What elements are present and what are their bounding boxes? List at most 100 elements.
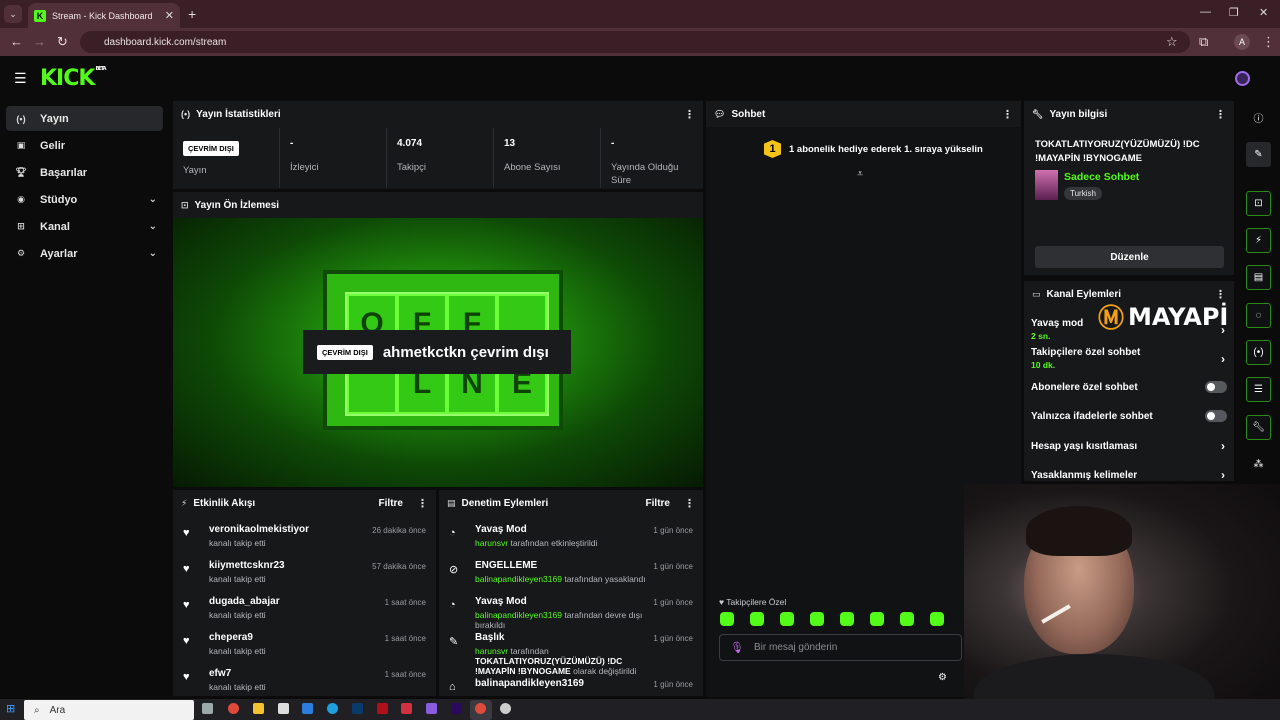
- obs-icon[interactable]: [500, 703, 511, 714]
- tab-search-button[interactable]: ⌄: [4, 5, 22, 23]
- moderation-header: ▤ Denetim Eylemleri Filtre ⋮: [439, 490, 703, 516]
- hamburger-menu-icon[interactable]: ☰: [14, 70, 27, 87]
- new-tab-button[interactable]: +: [188, 6, 196, 22]
- sidebar-item-basarilar[interactable]: 🏆︎ Başarılar: [6, 160, 163, 185]
- chevron-down-icon: ⌄: [148, 194, 157, 205]
- restore-icon[interactable]: ❐: [1229, 6, 1239, 19]
- app2-icon[interactable]: [426, 703, 437, 714]
- channel-actions-icon[interactable]: ☰: [1246, 377, 1271, 402]
- edge-icon[interactable]: [327, 703, 338, 714]
- close-tab-icon[interactable]: ✕: [165, 9, 174, 22]
- trophy-icon: 🏆︎: [15, 167, 27, 177]
- more-options-icon[interactable]: ⋮: [417, 497, 428, 510]
- emote-icon[interactable]: [810, 612, 824, 626]
- extensions-icon[interactable]: ⧉: [1199, 34, 1208, 50]
- stat-subscribers: 13 Abone Sayısı: [494, 128, 601, 188]
- preview-toggle-icon[interactable]: ⊡: [1246, 191, 1271, 216]
- mail-icon[interactable]: [302, 703, 313, 714]
- subscribers-only-toggle[interactable]: [1205, 381, 1227, 393]
- pinned-gift-banner[interactable]: 1 1 abonelik hediye ederek 1. sıraya yük…: [764, 140, 983, 158]
- sidebar-item-studyo[interactable]: ◉ Stüdyo ⌄: [6, 187, 163, 212]
- emote-icon[interactable]: [930, 612, 944, 626]
- profile-avatar[interactable]: A: [1234, 34, 1250, 50]
- acrobat-icon[interactable]: [377, 703, 388, 714]
- filter-button[interactable]: Filtre: [379, 498, 403, 509]
- emote-icon[interactable]: [870, 612, 884, 626]
- browser-tab[interactable]: K Stream - Kick Dashboard ✕: [28, 3, 180, 28]
- activity-feed-panel: ⚡︎ Etkinlik Akışı Filtre ⋮ ♥ veronikaolm…: [173, 490, 436, 696]
- photoshop-icon[interactable]: [352, 703, 363, 714]
- sidebar-item-yayin[interactable]: (•) Yayın: [6, 106, 163, 131]
- task-view-icon[interactable]: [202, 703, 213, 714]
- document-icon[interactable]: ▤: [1246, 265, 1271, 290]
- followers-only-action[interactable]: Takipçilere özel sohbet 10 dk. ›: [1031, 347, 1231, 370]
- forward-icon[interactable]: →: [33, 34, 46, 49]
- more-widgets-icon[interactable]: ⁂: [1246, 452, 1271, 477]
- chat-settings-icon[interactable]: ⚙: [938, 672, 947, 683]
- emote-icon[interactable]: [780, 612, 794, 626]
- gear-icon: ⚙: [16, 248, 26, 258]
- pencil-icon[interactable]: ✎: [1246, 142, 1271, 167]
- premiere-icon[interactable]: [451, 703, 462, 714]
- mayapi-overlay-logo: Ⓜ MAYAPİ: [1098, 298, 1228, 335]
- account-age-action[interactable]: Hesap yaşı kısıtlaması ›: [1031, 439, 1231, 453]
- expand-chevron-icon[interactable]: ⩡: [857, 168, 863, 181]
- banned-words-action[interactable]: Yasaklanmış kelimeler ›: [1031, 468, 1231, 482]
- file-explorer-icon[interactable]: [253, 703, 264, 714]
- subscribers-only-action: Abonelere özel sohbet: [1031, 381, 1231, 393]
- filter-button[interactable]: Filtre: [646, 498, 670, 509]
- emote-icon[interactable]: [750, 612, 764, 626]
- broadcast-icon[interactable]: (•): [1246, 340, 1271, 365]
- list-item: ♥ veronikaolmekistiyor kanalı takip etti …: [173, 524, 436, 560]
- sidebar-item-gelir[interactable]: ▣ Gelir: [6, 133, 163, 158]
- browser-menu-icon[interactable]: ⋮: [1262, 34, 1275, 50]
- more-options-icon[interactable]: ⋮: [1002, 108, 1013, 121]
- sidebar-item-ayarlar[interactable]: ⚙ Ayarlar ⌄: [6, 241, 163, 266]
- taskbar-search[interactable]: ⌕ Ara: [24, 700, 194, 720]
- app-icon[interactable]: [401, 703, 412, 714]
- microphone-icon[interactable]: 🎙︎: [730, 641, 744, 654]
- chat-header: 💬︎ Sohbet ⋮: [706, 101, 1021, 127]
- chevron-right-icon: ›: [1221, 468, 1225, 482]
- more-options-icon[interactable]: ⋮: [1215, 108, 1226, 121]
- sidebar-item-kanal[interactable]: ⊞ Kanal ⌄: [6, 214, 163, 239]
- sidebar-item-label: Stüdyo: [40, 193, 78, 206]
- store-icon[interactable]: [278, 703, 289, 714]
- rank-badge: 1: [764, 140, 781, 158]
- webcam-overlay: [964, 484, 1280, 720]
- stat-label: Yayın: [183, 165, 207, 176]
- title-icon: ✎: [449, 636, 459, 648]
- url-field[interactable]: dashboard.kick.com/stream: [80, 31, 1190, 53]
- emotes-only-toggle[interactable]: [1205, 410, 1227, 422]
- offline-badge: ÇEVRİM DIŞI: [317, 344, 373, 360]
- lightning-icon[interactable]: ⚡︎: [1246, 228, 1271, 253]
- chat-icon[interactable]: ◌: [1246, 303, 1271, 328]
- category-name[interactable]: Sadece Sohbet: [1064, 171, 1139, 183]
- more-options-icon[interactable]: ⋮: [684, 108, 695, 121]
- windows-start-icon[interactable]: ⊞: [6, 702, 15, 715]
- url-text: dashboard.kick.com/stream: [104, 36, 227, 48]
- bookmark-star-icon[interactable]: ☆: [1166, 34, 1178, 50]
- emote-icon[interactable]: [840, 612, 854, 626]
- reload-icon[interactable]: ↻: [57, 34, 68, 50]
- chat-input[interactable]: 🎙︎ Bir mesaj gönderin: [719, 634, 962, 661]
- more-options-icon[interactable]: ⋮: [684, 497, 695, 510]
- emote-icon[interactable]: [720, 612, 734, 626]
- close-window-icon[interactable]: ✕: [1259, 6, 1268, 19]
- stats-header: (•) Yayın İstatistikleri ⋮: [173, 101, 703, 127]
- chrome-icon[interactable]: [228, 703, 239, 714]
- stat-value: 4.074: [397, 138, 423, 149]
- user-avatar[interactable]: [1235, 71, 1250, 86]
- info-icon[interactable]: ⓘ: [1246, 105, 1271, 130]
- chrome-active-icon[interactable]: [475, 703, 486, 714]
- emote-icon[interactable]: [900, 612, 914, 626]
- back-icon[interactable]: ←: [10, 34, 23, 49]
- minimize-icon[interactable]: —: [1200, 6, 1211, 18]
- kick-favicon-icon: K: [34, 9, 46, 22]
- kick-logo[interactable]: KICKBETA: [40, 66, 107, 91]
- stat-label: İzleyici: [290, 162, 319, 173]
- wrench-icon: 🔧︎: [1032, 108, 1044, 119]
- wrench-icon[interactable]: 🔧︎: [1246, 415, 1271, 440]
- chevron-right-icon: ›: [1221, 351, 1225, 366]
- edit-button[interactable]: Düzenle: [1035, 246, 1224, 268]
